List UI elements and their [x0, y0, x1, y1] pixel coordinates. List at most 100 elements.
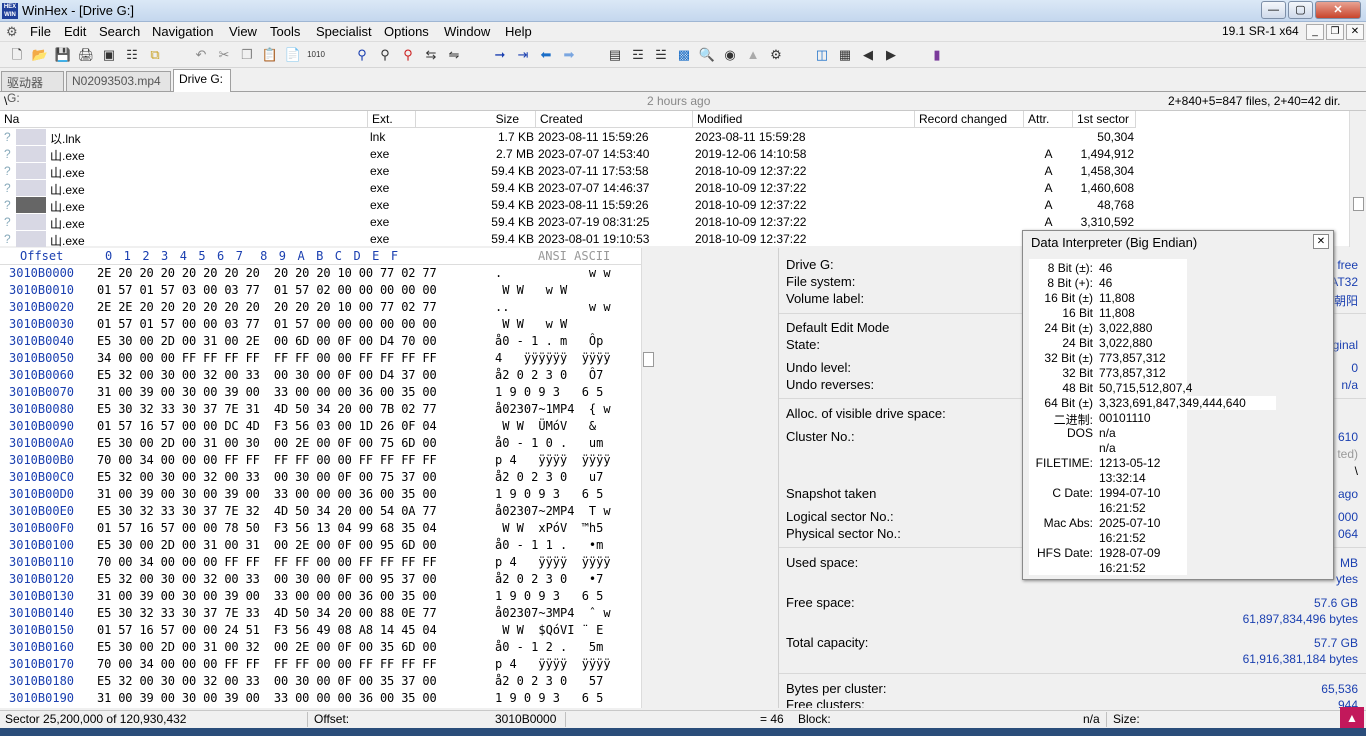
interp-value[interactable]: 773,857,312 — [1099, 366, 1166, 380]
interp-value[interactable]: 1994-07-10 — [1099, 486, 1160, 500]
hex-row[interactable]: 3010B0080 E5 30 32 33 30 37 7E 31 4D 50 3… — [0, 402, 640, 419]
hex-bytes[interactable]: 01 57 01 57 03 00 03 77 01 57 02 00 00 0… — [97, 283, 437, 297]
interp-value[interactable]: 3,022,880 — [1099, 321, 1152, 335]
hex-row[interactable]: 3010B00E0 E5 30 32 33 30 37 7E 32 4D 50 3… — [0, 504, 640, 521]
tray-app-icon[interactable]: ▲ — [1340, 707, 1364, 729]
save-icon[interactable]: 💾 — [54, 46, 72, 64]
hex-bytes[interactable]: E5 30 00 2D 00 31 00 30 00 2E 00 0F 00 7… — [97, 436, 437, 450]
forward-arrow-icon[interactable]: ➡ — [560, 46, 578, 64]
ascii-text[interactable]: W W w W — [495, 317, 611, 331]
hex-row[interactable]: 3010B0130 31 00 39 00 30 00 39 00 33 00 0… — [0, 589, 640, 606]
ascii-text[interactable]: å02307~1MP4 { w — [495, 402, 611, 416]
undo-icon[interactable]: ↶ — [192, 46, 210, 64]
copy-icon[interactable]: ❐ — [238, 46, 256, 64]
interp-value[interactable]: 773,857,312 — [1099, 351, 1166, 365]
hex-bytes[interactable]: E5 32 00 30 00 32 00 33 00 30 00 0F 00 3… — [97, 674, 437, 688]
goto-sector-icon[interactable]: ⇥ — [514, 46, 532, 64]
mdi-close-button[interactable]: ✕ — [1346, 24, 1364, 40]
hex-row[interactable]: 3010B0110 70 00 34 00 00 00 FF FF FF FF 0… — [0, 555, 640, 572]
hex-bytes[interactable]: E5 32 00 30 00 32 00 33 00 30 00 0F 00 9… — [97, 572, 437, 586]
replace-text-icon[interactable]: ⇆ — [422, 46, 440, 64]
menu-file[interactable]: File — [30, 24, 51, 39]
ascii-text[interactable]: å0 - 1 1 . •m — [495, 538, 611, 552]
hex-row[interactable]: 3010B0040 E5 30 00 2D 00 31 00 2E 00 6D 0… — [0, 334, 640, 351]
interp-value[interactable]: n/a — [1099, 441, 1116, 455]
col-modified[interactable]: Modified — [693, 111, 915, 128]
new-file-icon[interactable]: 🗋 — [8, 46, 26, 64]
disk-clone-icon[interactable]: ☱ — [652, 46, 670, 64]
hex-bytes[interactable]: E5 30 00 2D 00 31 00 2E 00 6D 00 0F 00 D… — [97, 334, 437, 348]
hex-row[interactable]: 3010B00B0 70 00 34 00 00 00 FF FF FF FF 0… — [0, 453, 640, 470]
interp-value[interactable]: 1213-05-12 — [1099, 456, 1160, 470]
file-row[interactable]: ? 山.exe exe 2.7 MB 2023-07-07 14:53:40 2019-1… — [0, 146, 1340, 163]
interp-value[interactable]: 16:21:52 — [1099, 561, 1146, 575]
interp-value[interactable]: 3,323,691,847,349,444,640 — [1099, 396, 1276, 410]
hex-bytes[interactable]: E5 30 00 2D 00 31 00 31 00 2E 00 0F 00 9… — [97, 538, 437, 552]
menu-window[interactable]: Window — [444, 24, 490, 39]
menu-options[interactable]: Options — [384, 24, 429, 39]
col-attr[interactable]: Attr. — [1024, 111, 1073, 128]
ascii-text[interactable]: 1 9 0 9 3 6 5 — [495, 691, 611, 705]
ascii-text[interactable]: p 4 ÿÿÿÿ ÿÿÿÿ — [495, 555, 611, 569]
hex-bytes[interactable]: E5 30 00 2D 00 31 00 32 00 2E 00 0F 00 3… — [97, 640, 437, 654]
data-interpreter-window[interactable]: Data Interpreter (Big Endian) ✕ 8 Bit (±… — [1022, 230, 1334, 580]
disk-stack-icon[interactable]: ☲ — [629, 46, 647, 64]
file-row[interactable]: ? 山.exe exe 59.4 KB 2023-07-07 14:46:37 2018-… — [0, 180, 1340, 197]
view-table-icon[interactable]: ▦ — [836, 46, 854, 64]
hex-row[interactable]: 3010B0090 01 57 16 57 00 00 DC 4D F3 56 0… — [0, 419, 640, 436]
binary-icon[interactable]: 1010 — [307, 46, 325, 64]
menu-help[interactable]: Help — [505, 24, 532, 39]
find-text-icon[interactable]: ⚲ — [353, 46, 371, 64]
clipboard-icon[interactable]: 📄 — [284, 46, 302, 64]
hex-bytes[interactable]: 01 57 01 57 00 00 03 77 01 57 00 00 00 0… — [97, 317, 437, 331]
ascii-text[interactable]: W W w W — [495, 283, 611, 297]
hex-bytes[interactable]: E5 32 00 30 00 32 00 33 00 30 00 0F 00 D… — [97, 368, 437, 382]
gear-icon[interactable]: ⚙ — [767, 46, 785, 64]
mdi-restore-button[interactable]: ❐ — [1326, 24, 1344, 40]
calculator-icon[interactable]: ▲ — [744, 46, 762, 64]
minimize-button[interactable]: — — [1261, 1, 1286, 19]
menu-view[interactable]: View — [229, 24, 257, 39]
interp-value[interactable]: 1928-07-09 — [1099, 546, 1160, 560]
file-row[interactable]: ? 山.exe exe 59.4 KB 2023-07-19 08:31:25 2018-… — [0, 214, 1340, 231]
hex-row[interactable]: 3010B0140 E5 30 32 33 30 37 7E 33 4D 50 3… — [0, 606, 640, 623]
ascii-text[interactable]: å2 0 2 3 0 Ô7 — [495, 368, 611, 382]
hex-row[interactable]: 3010B0050 34 00 00 00 FF FF FF FF FF FF 0… — [0, 351, 640, 368]
system-menu-icon[interactable]: ⚙ — [6, 24, 18, 40]
analyze-icon[interactable]: 🔍 — [698, 46, 716, 64]
col-ext[interactable]: Ext. — [368, 111, 416, 128]
file-list-scrollbar[interactable] — [1349, 111, 1366, 247]
next-sector-icon[interactable]: ▶ — [882, 46, 900, 64]
interp-value[interactable]: 16:21:52 — [1099, 531, 1146, 545]
hex-row[interactable]: 3010B0070 31 00 39 00 30 00 39 00 33 00 0… — [0, 385, 640, 402]
file-row[interactable]: ? 山.exe exe 59.4 KB 2023-08-11 15:59:26 2018-… — [0, 197, 1340, 214]
cut-icon[interactable]: ✂ — [215, 46, 233, 64]
ascii-text[interactable]: p 4 ÿÿÿÿ ÿÿÿÿ — [495, 657, 611, 671]
hex-row[interactable]: 3010B0010 01 57 01 57 03 00 03 77 01 57 0… — [0, 283, 640, 300]
interp-value[interactable]: 50,715,512,807,4 — [1099, 381, 1192, 395]
hex-row[interactable]: 3010B00D0 31 00 39 00 30 00 39 00 33 00 0… — [0, 487, 640, 504]
hex-row[interactable]: 3010B00F0 01 57 16 57 00 00 78 50 F3 56 1… — [0, 521, 640, 538]
interp-value[interactable]: 11,808 — [1099, 306, 1135, 320]
hex-bytes[interactable]: 01 57 16 57 00 00 78 50 F3 56 13 04 99 6… — [97, 521, 437, 535]
export-icon[interactable]: ⧉ — [146, 46, 164, 64]
mdi-minimize-button[interactable]: _ — [1306, 24, 1324, 40]
ascii-text[interactable]: å0 - 1 . m Ôp — [495, 334, 611, 348]
camera-icon[interactable]: ◉ — [721, 46, 739, 64]
hex-bytes[interactable]: 70 00 34 00 00 00 FF FF FF FF 00 00 FF F… — [97, 555, 437, 569]
find-hex-values-icon[interactable]: ⚲ — [399, 46, 417, 64]
hex-bytes[interactable]: E5 30 32 33 30 37 7E 32 4D 50 34 20 00 5… — [97, 504, 437, 518]
book-icon[interactable]: ▮ — [928, 46, 946, 64]
interp-value[interactable]: 11,808 — [1099, 291, 1135, 305]
maximize-button[interactable]: ▢ — [1288, 1, 1313, 19]
ascii-text[interactable]: å02307~2MP4 T w — [495, 504, 611, 518]
hex-bytes[interactable]: 31 00 39 00 30 00 39 00 33 00 00 00 36 0… — [97, 385, 437, 399]
hex-bytes[interactable]: E5 32 00 30 00 32 00 33 00 30 00 0F 00 7… — [97, 470, 437, 484]
hex-bytes[interactable]: 31 00 39 00 30 00 39 00 33 00 00 00 36 0… — [97, 487, 437, 501]
ascii-text[interactable]: p 4 ÿÿÿÿ ÿÿÿÿ — [495, 453, 611, 467]
drive-icon[interactable]: ▣ — [100, 46, 118, 64]
hex-row[interactable]: 3010B0150 01 57 16 57 00 00 24 51 F3 56 4… — [0, 623, 640, 640]
view-split-icon[interactable]: ◫ — [813, 46, 831, 64]
ascii-text[interactable]: .. w w — [495, 300, 611, 314]
hex-row[interactable]: 3010B00C0 E5 32 00 30 00 32 00 33 00 30 0… — [0, 470, 640, 487]
